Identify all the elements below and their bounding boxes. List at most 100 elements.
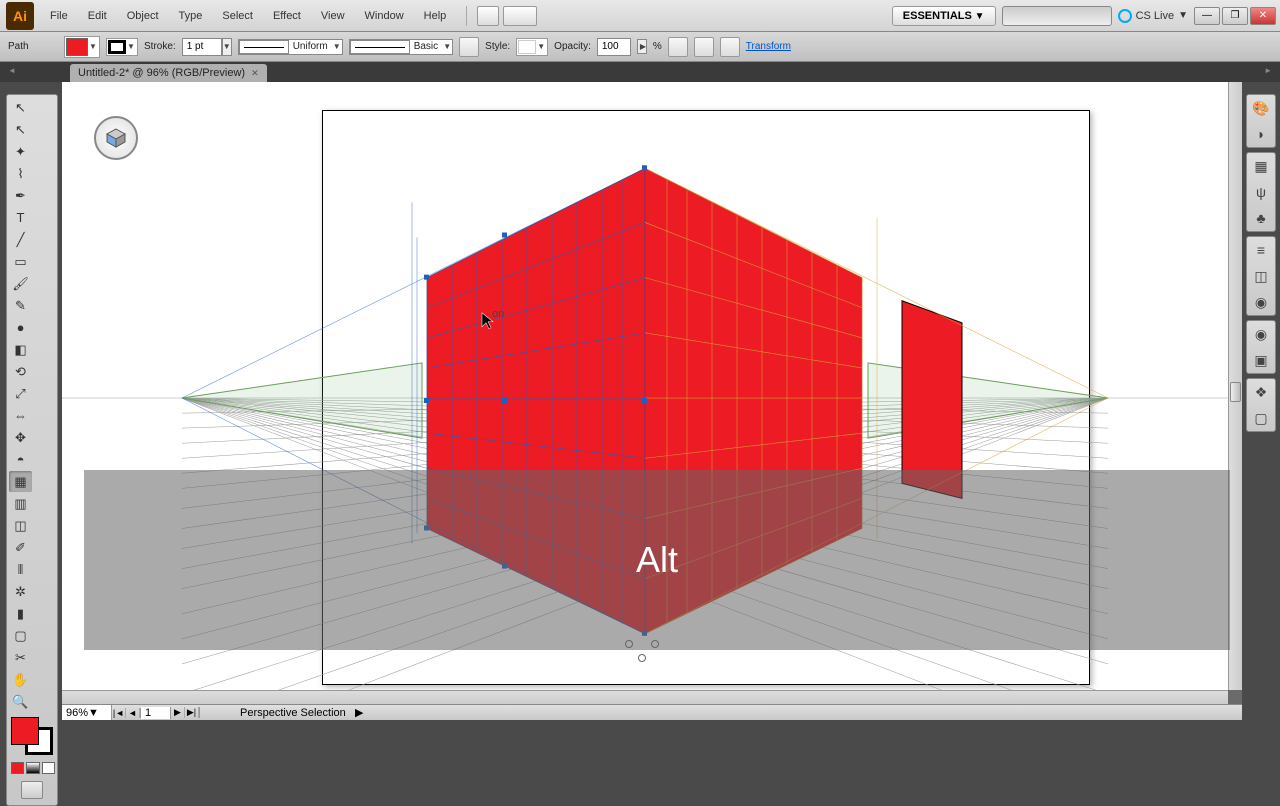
artboards-panel-icon[interactable]: ▢ [1251,408,1271,428]
workspace-switcher[interactable]: ESSENTIALS ▼ [892,6,996,26]
brush-dropdown[interactable]: Basic▼ [349,39,453,55]
fill-color-picker[interactable]: ▼ [64,36,100,58]
style-label: Style: [485,41,510,52]
menu-object[interactable]: Object [117,4,169,28]
eyedropper-tool[interactable]: ✐ [9,537,32,558]
selection-tool[interactable]: ↖ [9,97,32,118]
menu-edit[interactable]: Edit [78,4,117,28]
slice-tool[interactable]: ✂ [9,647,32,668]
stroke-weight-input[interactable] [182,38,222,56]
stroke-profile-dropdown[interactable]: Uniform▼ [238,39,343,55]
horizontal-scrollbar[interactable] [62,690,1228,704]
keypress-overlay: Alt [84,470,1230,650]
rotate-tool[interactable]: ⟲ [9,361,32,382]
layers-panel-icon[interactable]: ❖ [1251,382,1271,402]
align-icon[interactable] [720,37,740,57]
next-artboard-button[interactable]: ▶ [171,707,185,718]
color-panel-icon[interactable]: 🎨 [1251,98,1271,118]
zoom-tool[interactable]: 🔍 [9,691,32,712]
screen-mode-button[interactable] [21,781,43,799]
document-tab[interactable]: Untitled-2* @ 96% (RGB/Preview) ✕ [70,64,267,82]
artboard-tool[interactable]: ▢ [9,625,32,646]
magic-wand-tool[interactable]: ✦ [9,141,32,162]
arrange-docs-icon[interactable] [503,6,537,26]
swatches-panel-icon[interactable]: ▦ [1251,156,1271,176]
shape-builder-tool[interactable]: ◓ [9,449,32,470]
none-mode-icon[interactable] [42,762,55,774]
cs-live-button[interactable]: CS Live ▼ [1118,9,1188,23]
eraser-tool[interactable]: ◧ [9,339,32,360]
pencil-tool[interactable]: ✎ [9,295,32,316]
gradient-tool[interactable]: ◫ [9,515,32,536]
color-guide-panel-icon[interactable]: ◗ [1251,124,1271,144]
last-artboard-button[interactable]: ▶| [185,707,199,718]
fill-swatch[interactable] [11,717,39,745]
hand-tool[interactable]: ✋ [9,669,32,690]
right-panel-dock: 🎨 ◗ ▦ ψ ♣ ≡ ◫ ◉ ◉ ▣ ❖ ▢ [1246,94,1276,432]
pen-tool[interactable]: ✒ [9,185,32,206]
fill-stroke-picker[interactable] [9,717,55,755]
vertical-scrollbar[interactable] [1228,82,1242,690]
brush-options-icon[interactable] [459,37,479,57]
graphic-styles-panel-icon[interactable]: ▣ [1251,350,1271,370]
stroke-color-picker[interactable]: ▼ [106,38,138,56]
symbols-panel-icon[interactable]: ♣ [1251,208,1271,228]
select-similar-icon[interactable] [694,37,714,57]
tab-close-icon[interactable]: ✕ [251,68,259,79]
paintbrush-tool[interactable]: 🖌 [9,273,32,294]
width-tool[interactable]: ⇔ [9,405,32,426]
cslive-icon [1118,9,1132,23]
menu-file[interactable]: File [40,4,78,28]
control-bar: Path ▼ ▼ Stroke: ▼ Uniform▼ Basic▼ Style… [0,32,1280,62]
document-tab-title: Untitled-2* @ 96% (RGB/Preview) [78,67,245,79]
appearance-panel-icon[interactable]: ◉ [1251,324,1271,344]
keypress-text: Alt [636,539,678,581]
bridge-icon[interactable] [477,6,499,26]
column-graph-tool[interactable]: ▮ [9,603,32,624]
direct-selection-tool[interactable]: ↖ [9,119,32,140]
current-tool-status: Perspective Selection ▶ [200,706,1242,719]
opacity-input[interactable] [597,38,631,56]
first-artboard-button[interactable]: |◄ [112,708,126,718]
transparency-panel-icon[interactable]: ◉ [1251,292,1271,312]
recolor-icon[interactable] [668,37,688,57]
rectangle-tool[interactable]: ▭ [9,251,32,272]
opacity-label: Opacity: [554,41,591,52]
maximize-button[interactable]: ❐ [1222,7,1248,25]
search-input[interactable] [1002,6,1112,26]
brushes-panel-icon[interactable]: ψ [1251,182,1271,202]
transform-link[interactable]: Transform [746,41,791,52]
mesh-tool[interactable]: ▥ [9,493,32,514]
app-icon: Ai [6,2,34,30]
perspective-plane-widget[interactable] [94,116,138,160]
symbol-sprayer-tool[interactable]: ✲ [9,581,32,602]
status-bar: 96% ▼ |◄ ◄ 1 ▶ ▶| Perspective Selection … [62,704,1242,720]
opacity-unit: % [653,41,662,52]
grid-control-bottom[interactable] [638,654,646,662]
scale-tool[interactable]: ⤢ [9,383,32,404]
type-tool[interactable]: T [9,207,32,228]
menu-window[interactable]: Window [355,4,414,28]
zoom-level-input[interactable]: 96% ▼ [62,705,112,720]
graphic-style-dropdown[interactable]: ▼ [516,38,548,56]
menu-bar: Ai File Edit Object Type Select Effect V… [0,0,1280,32]
free-transform-tool[interactable]: ✥ [9,427,32,448]
menu-type[interactable]: Type [169,4,213,28]
menu-view[interactable]: View [311,4,355,28]
color-mode-icon[interactable] [11,762,24,774]
menu-select[interactable]: Select [212,4,263,28]
blob-brush-tool[interactable]: ● [9,317,32,338]
lasso-tool[interactable]: ⌇ [9,163,32,184]
gradient-mode-icon[interactable] [26,762,39,774]
minimize-button[interactable]: — [1194,7,1220,25]
menu-effect[interactable]: Effect [263,4,311,28]
gradient-panel-icon[interactable]: ◫ [1251,266,1271,286]
prev-artboard-button[interactable]: ◄ [126,708,140,718]
blend-tool[interactable]: ⫴ [9,559,32,580]
stroke-panel-icon[interactable]: ≡ [1251,240,1271,260]
close-button[interactable]: ✕ [1250,7,1276,25]
line-tool[interactable]: ╱ [9,229,32,250]
menu-help[interactable]: Help [414,4,457,28]
artboard-number-input[interactable]: 1 [141,707,171,719]
perspective-selection-tool[interactable]: ▦ [9,471,32,492]
